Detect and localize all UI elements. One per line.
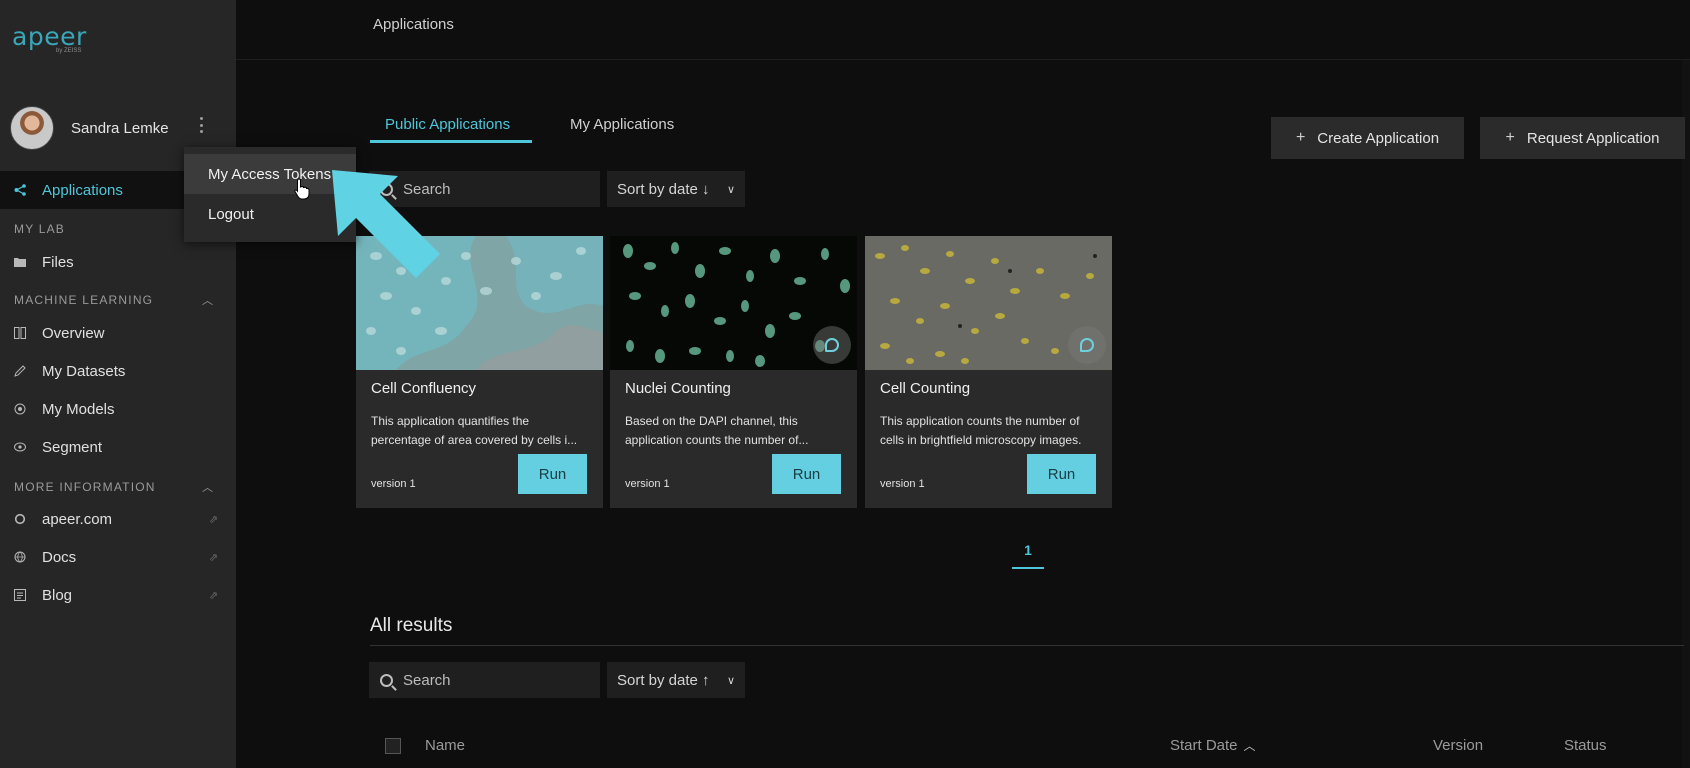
section-more-information: MORE INFORMATION ︿ [14, 480, 213, 494]
run-button[interactable]: Run [518, 454, 587, 494]
card-title: Cell Confluency [371, 380, 477, 397]
external-link-icon: ⇗ [208, 551, 218, 564]
logo-wordmark: apeer [12, 22, 87, 51]
card-title: Cell Counting [880, 380, 971, 397]
logo-subtitle: by ZEISS [56, 48, 82, 54]
card-description: Based on the DAPI channel, this applicat… [625, 414, 809, 447]
sidebar-item-my-datasets[interactable]: My Datasets [0, 352, 236, 390]
sort-ascending-icon: ︿ [1243, 739, 1256, 753]
card-thumbnail [865, 236, 1112, 370]
model-icon [13, 402, 27, 416]
app-window: apeer by ZEISS Sandra Lemke Applications… [0, 0, 1690, 768]
sidebar-item-label: Overview [42, 324, 105, 342]
app-card-cell-counting[interactable]: Cell Counting This application counts th… [865, 236, 1112, 508]
tab-my-applications[interactable]: My Applications [570, 116, 674, 133]
scrollbar[interactable] [1682, 60, 1690, 768]
external-link-icon: ⇗ [208, 589, 218, 602]
sidebar-item-label: Segment [42, 438, 103, 456]
sort-label: Sort by date ↑ [617, 671, 710, 689]
sidebar-item-my-models[interactable]: My Models [0, 390, 236, 428]
sidebar-item-label: My Datasets [42, 362, 126, 380]
user-profile: Sandra Lemke [10, 105, 226, 151]
results-search-input[interactable]: Search [369, 662, 600, 698]
sidebar-item-label: Blog [42, 586, 73, 604]
sort-dropdown[interactable]: Sort by date ↓ ∨ [607, 171, 745, 207]
external-link-icon: ⇗ [208, 513, 218, 526]
button-label: Create Application [1317, 129, 1440, 147]
pagination-indicator [1012, 567, 1044, 569]
run-button[interactable]: Run [1027, 454, 1096, 494]
annotation-arrow-icon [332, 170, 440, 278]
results-table-header: Name Start Date ︿ Version Status [370, 730, 1684, 760]
user-name: Sandra Lemke [71, 119, 169, 137]
sidebar-item-label: Applications [42, 181, 123, 199]
tab-public-applications[interactable]: Public Applications [385, 116, 510, 133]
create-application-button[interactable]: + Create Application [1271, 117, 1464, 159]
pencil-icon [13, 364, 27, 378]
apeer-badge-icon [1068, 326, 1106, 364]
sidebar-item-docs[interactable]: Docs ⇗ [0, 538, 236, 576]
section-divider [370, 645, 1684, 646]
sidebar-item-label: My Models [42, 400, 115, 418]
hand-cursor-icon [294, 178, 310, 200]
search-icon [380, 673, 393, 687]
globe-icon [13, 550, 27, 564]
user-menu-kebab-icon[interactable] [198, 117, 204, 133]
pagination-page-1[interactable]: 1 [1012, 542, 1044, 558]
sidebar-item-label: Docs [42, 548, 77, 566]
button-label: Request Application [1526, 129, 1660, 147]
plus-icon: + [1505, 129, 1515, 146]
column-status[interactable]: Status [1564, 737, 1607, 754]
app-card-nuclei-counting[interactable]: Nuclei Counting Based on the DAPI channe… [610, 236, 857, 508]
sidebar-item-files[interactable]: Files [0, 243, 236, 281]
section-title: MACHINE LEARNING [14, 293, 154, 307]
apeer-small-icon [13, 512, 27, 526]
results-sort-dropdown[interactable]: Sort by date ↑ ∨ [607, 662, 745, 698]
overview-icon [13, 326, 27, 340]
select-all-checkbox[interactable] [385, 738, 401, 754]
card-description: This application counts the number of ce… [880, 414, 1082, 447]
card-thumbnail [610, 236, 857, 370]
chevron-up-icon[interactable]: ︿ [202, 479, 214, 495]
apeer-badge-icon [813, 326, 851, 364]
share-nodes-icon [13, 183, 27, 197]
plus-icon: + [1295, 129, 1306, 146]
chevron-down-icon: ∨ [726, 183, 735, 196]
sidebar-item-apeer-com[interactable]: apeer.com ⇗ [0, 500, 236, 538]
segment-icon [13, 440, 27, 454]
card-version: version 1 [625, 478, 670, 490]
card-version: version 1 [371, 478, 416, 490]
sidebar: apeer by ZEISS Sandra Lemke Applications… [0, 0, 236, 768]
card-description: This application quantifies the percenta… [371, 414, 578, 447]
avatar[interactable] [10, 106, 54, 150]
sort-label: Sort by date ↓ [617, 180, 710, 198]
all-results-heading: All results [370, 615, 453, 636]
active-tab-indicator [370, 140, 532, 143]
top-bar: Applications [236, 0, 1690, 60]
section-title: MORE INFORMATION [14, 480, 156, 494]
sidebar-item-overview[interactable]: Overview [0, 314, 236, 352]
column-version[interactable]: Version [1433, 737, 1483, 754]
folder-icon [13, 255, 27, 269]
column-label: Start Date [1170, 737, 1238, 754]
search-placeholder: Search [403, 671, 451, 689]
apeer-logo[interactable]: apeer by ZEISS [12, 22, 102, 58]
sidebar-item-blog[interactable]: Blog ⇗ [0, 576, 236, 614]
sidebar-item-label: Files [42, 253, 74, 271]
chevron-up-icon[interactable]: ︿ [202, 292, 214, 308]
card-title: Nuclei Counting [625, 380, 731, 397]
column-name[interactable]: Name [425, 737, 465, 754]
sidebar-item-segment[interactable]: Segment [0, 428, 236, 466]
chevron-down-icon: ∨ [726, 674, 735, 687]
blog-icon [13, 588, 27, 602]
section-machine-learning: MACHINE LEARNING ︿ [14, 293, 213, 307]
section-my-lab: MY LAB [14, 222, 65, 236]
page-title: Applications [373, 16, 454, 33]
run-button[interactable]: Run [772, 454, 841, 494]
column-start-date[interactable]: Start Date ︿ [1170, 737, 1256, 754]
card-version: version 1 [880, 478, 925, 490]
request-application-button[interactable]: + Request Application [1480, 117, 1685, 159]
sidebar-item-label: apeer.com [42, 510, 113, 528]
